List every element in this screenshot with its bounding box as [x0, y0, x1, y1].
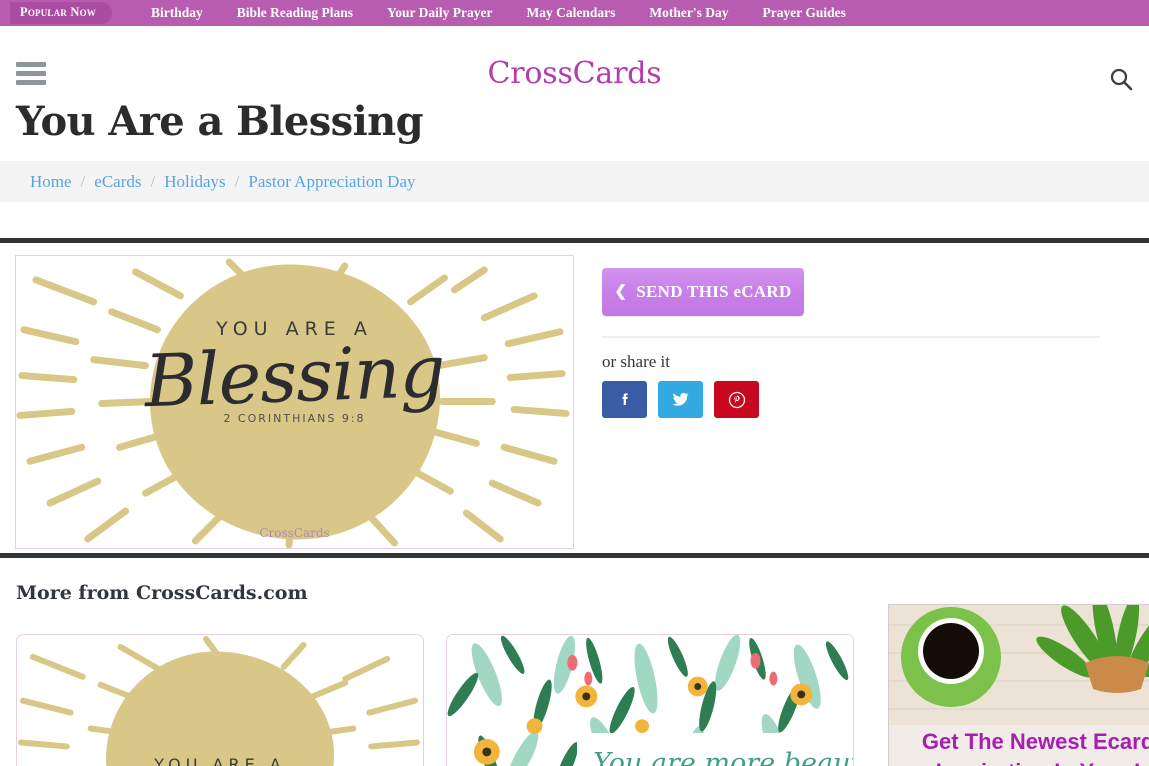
popular-now-badge: Popular Now: [10, 2, 112, 24]
breadcrumb-separator: /: [150, 171, 156, 191]
ecard-actions: ❮ SEND THIS eCARD or share it: [602, 255, 1122, 553]
popular-link-birthday[interactable]: Birthday: [134, 0, 220, 26]
site-header: CrossCards: [0, 26, 1149, 91]
send-this-ecard-button[interactable]: ❮ SEND THIS eCARD: [602, 268, 804, 316]
facebook-glyph: [622, 392, 628, 405]
ecard-watermark: CrossCards: [259, 526, 330, 540]
breadcrumb: Home / eCards / Holidays / Pastor Apprec…: [0, 161, 1149, 202]
breadcrumb-separator: /: [234, 171, 240, 191]
search-icon[interactable]: [1109, 67, 1133, 91]
share-divider: [602, 336, 1100, 338]
popular-link-may-calendars[interactable]: May Calendars: [510, 0, 633, 26]
popular-now-bar: Popular Now Birthday Bible Reading Plans…: [0, 0, 1149, 26]
breadcrumb-item-home[interactable]: Home: [30, 172, 72, 192]
popular-now-links: Birthday Bible Reading Plans Your Daily …: [134, 0, 863, 26]
facebook-share-icon[interactable]: [602, 381, 647, 418]
pinterest-share-icon[interactable]: [714, 381, 759, 418]
ecard-preview[interactable]: YOU ARE A Blessing 2 CORINTHIANS 9:8 Cro…: [15, 255, 574, 549]
ecard-script-word: Blessing: [143, 328, 446, 424]
twitter-glyph: [672, 392, 689, 406]
coffee-photo: [889, 605, 1149, 725]
promo-headline-line2: Inspiration In Your I: [889, 757, 1149, 766]
popular-link-mothers-day[interactable]: Mother's Day: [632, 0, 745, 26]
breadcrumb-item-pastor-appreciation-day[interactable]: Pastor Appreciation Day: [248, 172, 415, 192]
more-card-script: You are more beautiful: [593, 748, 853, 766]
more-card-blessing[interactable]: YOU ARE A Blessing: [16, 634, 424, 766]
breadcrumb-item-ecards[interactable]: eCards: [94, 172, 141, 192]
pinterest-glyph: [728, 391, 745, 408]
popular-link-bible-reading-plans[interactable]: Bible Reading Plans: [220, 0, 370, 26]
more-card-text: YOU ARE A Blessing: [17, 755, 423, 766]
breadcrumb-item-holidays[interactable]: Holidays: [164, 172, 225, 192]
coffee-and-plant-icon: [889, 605, 1149, 725]
popular-link-your-daily-prayer[interactable]: Your Daily Prayer: [370, 0, 509, 26]
send-button-label: SEND THIS eCARD: [636, 282, 792, 301]
more-from-heading: More from CrossCards.com: [16, 582, 308, 604]
chevron-left-icon: ❮: [614, 283, 628, 300]
share-label: or share it: [602, 352, 670, 371]
more-card-line1: YOU ARE A: [154, 755, 286, 766]
newsletter-promo-ad[interactable]: Get The Newest Ecard Inspiration In Your…: [888, 604, 1149, 766]
ecard-section: YOU ARE A Blessing 2 CORINTHIANS 9:8 Cro…: [0, 243, 1149, 553]
social-share-buttons: [602, 381, 1122, 418]
twitter-share-icon[interactable]: [658, 381, 703, 418]
ecard-text: YOU ARE A Blessing 2 CORINTHIANS 9:8: [16, 318, 573, 425]
breadcrumb-separator: /: [80, 171, 86, 191]
promo-headline-line1: Get The Newest Ecard: [921, 729, 1149, 754]
more-card-beautiful[interactable]: You are more beautiful: [446, 634, 854, 766]
site-logo[interactable]: CrossCards: [0, 56, 1149, 91]
promo-headline: Get The Newest Ecard Inspiration In Your…: [889, 727, 1149, 766]
more-from-card-list: YOU ARE A Blessing: [0, 604, 1149, 766]
popular-link-prayer-guides[interactable]: Prayer Guides: [746, 0, 863, 26]
